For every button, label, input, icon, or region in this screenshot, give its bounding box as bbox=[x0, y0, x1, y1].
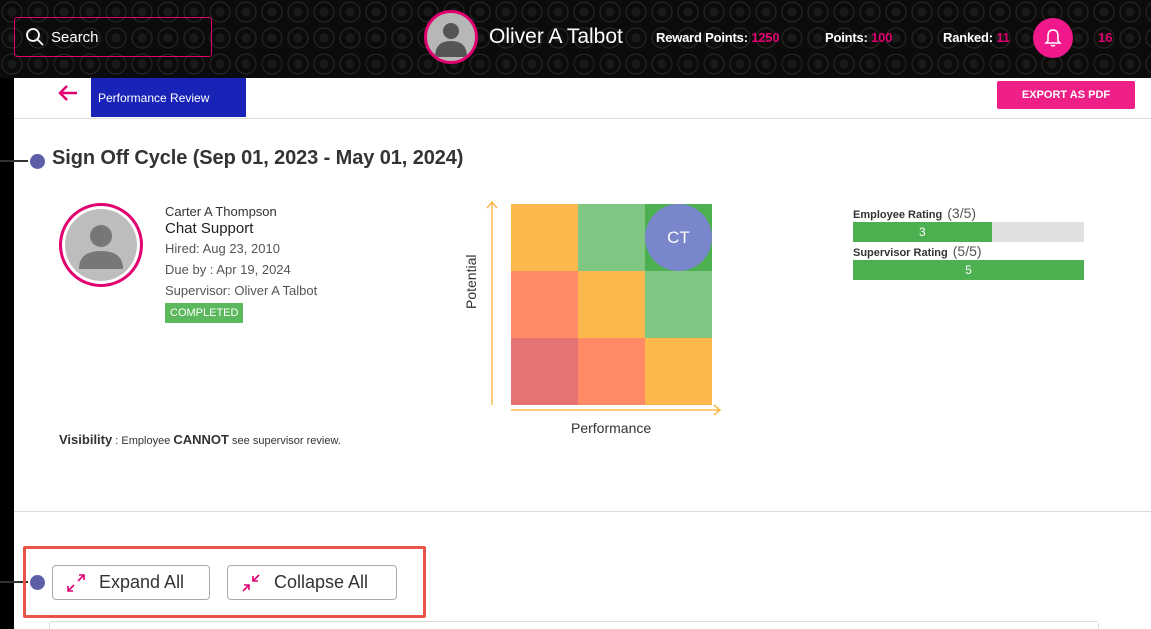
reward-points-value: 1250 bbox=[751, 30, 780, 45]
employee-due: Due by : Apr 19, 2024 bbox=[165, 262, 291, 277]
section-panel bbox=[49, 621, 1099, 629]
collapse-all-button[interactable]: Collapse All bbox=[227, 565, 397, 600]
notifications-button[interactable] bbox=[1033, 18, 1073, 58]
top-bar: Search Oliver A Talbot Reward Points: 12… bbox=[0, 0, 1151, 78]
rank: Ranked: 11 bbox=[943, 30, 1010, 45]
user-avatar[interactable] bbox=[424, 10, 478, 64]
collapse-all-label: Collapse All bbox=[274, 572, 369, 592]
search-label: Search bbox=[51, 28, 99, 46]
reward-points-label: Reward Points: bbox=[656, 30, 748, 45]
employee-name: Carter A Thompson bbox=[165, 204, 277, 219]
breadcrumb[interactable]: Performance Review bbox=[91, 78, 246, 117]
notification-count: 16 bbox=[1098, 30, 1113, 45]
employee-rating-fraction: (3/5) bbox=[947, 205, 977, 221]
points: Points: 100 bbox=[825, 30, 892, 45]
employee-rating-bar: 3 bbox=[853, 222, 1084, 242]
matrix-cell bbox=[511, 338, 578, 405]
matrix-cell bbox=[578, 338, 645, 405]
matrix-cell bbox=[645, 271, 712, 338]
timeline-dot bbox=[30, 154, 45, 169]
back-arrow-icon[interactable] bbox=[56, 83, 80, 103]
divider bbox=[14, 511, 1151, 512]
status-badge: COMPLETED bbox=[165, 303, 244, 323]
cycle-title: Sign Off Cycle (Sep 01, 2023 - May 01, 2… bbox=[52, 147, 464, 169]
person-icon bbox=[79, 225, 123, 269]
expand-all-label: Expand All bbox=[99, 572, 185, 592]
employee-rating: Employee Rating (3/5) 3 bbox=[853, 205, 1085, 242]
matrix-cell bbox=[511, 271, 578, 338]
expand-icon bbox=[67, 573, 85, 592]
visibility-prefix: : Employee bbox=[112, 435, 174, 447]
points-label: Points: bbox=[825, 30, 868, 45]
rank-label: Ranked: bbox=[943, 30, 993, 45]
expand-all-button[interactable]: Expand All bbox=[52, 565, 210, 600]
employee-rating-label: Employee Rating bbox=[853, 209, 943, 221]
visibility-label: Visibility bbox=[59, 432, 113, 447]
employee-rating-fill: 3 bbox=[853, 222, 992, 242]
employee-avatar bbox=[59, 203, 143, 287]
employee-info: Carter A Thompson Chat Support Hired: Au… bbox=[165, 204, 317, 323]
person-icon bbox=[435, 23, 467, 57]
user-name: Oliver A Talbot bbox=[489, 25, 623, 48]
supervisor-rating-fill: 5 bbox=[853, 260, 1084, 280]
employee-hired: Hired: Aug 23, 2010 bbox=[165, 241, 280, 256]
points-value: 100 bbox=[871, 30, 893, 45]
supervisor-rating-label: Supervisor Rating bbox=[853, 247, 948, 259]
supervisor-rating-bar: 5 bbox=[853, 260, 1084, 280]
visibility-suffix: see supervisor review. bbox=[228, 435, 341, 447]
rank-value: 11 bbox=[996, 30, 1010, 45]
matrix-cell bbox=[511, 204, 578, 271]
nine-box-matrix: CT bbox=[511, 204, 712, 405]
employee-supervisor: Supervisor: Oliver A Talbot bbox=[165, 283, 318, 298]
matrix-cell bbox=[578, 204, 645, 271]
reward-points: Reward Points: 1250 bbox=[656, 30, 780, 45]
employee-role: Chat Support bbox=[165, 220, 254, 237]
search-icon bbox=[26, 28, 44, 46]
employee-marker[interactable]: CT bbox=[645, 204, 712, 271]
bell-icon bbox=[1044, 29, 1062, 47]
y-axis-label: Potential bbox=[463, 254, 479, 309]
connector-line bbox=[0, 160, 28, 162]
divider bbox=[14, 118, 1151, 119]
export-pdf-button[interactable]: EXPORT AS PDF bbox=[997, 81, 1135, 109]
x-axis-label: Performance bbox=[571, 420, 652, 436]
visibility-note: Visibility : Employee CANNOT see supervi… bbox=[59, 429, 359, 452]
matrix-cell bbox=[578, 271, 645, 338]
main-content: Performance Review EXPORT AS PDF Sign Of… bbox=[0, 78, 1151, 629]
supervisor-rating: Supervisor Rating (5/5) 5 bbox=[853, 243, 1085, 280]
matrix-cell bbox=[645, 338, 712, 405]
breadcrumb-current: Performance Review bbox=[98, 90, 210, 105]
visibility-emphasis: CANNOT bbox=[173, 432, 229, 447]
supervisor-rating-fraction: (5/5) bbox=[952, 243, 982, 259]
collapse-icon bbox=[242, 573, 260, 592]
search-input[interactable]: Search bbox=[14, 17, 212, 57]
